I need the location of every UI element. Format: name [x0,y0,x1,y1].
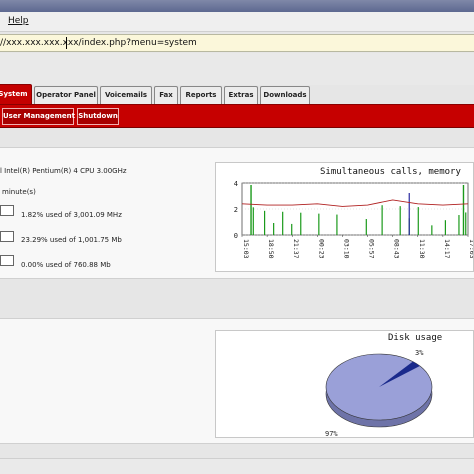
y-tick-label: 2 [234,206,238,214]
x-tick-label: 21:37 [292,239,300,259]
memory-usage-text: 23.29% used of 1,001.75 Mb [21,236,122,244]
subtab-shutdown[interactable]: Shutdown [77,108,119,125]
help-label: Help [8,16,29,26]
subtab-user-management[interactable]: User Management [2,108,75,125]
x-tick-label: 17:03 [468,239,473,259]
swap-usage-bar [0,255,14,266]
disk-pie: 3% 97% [325,349,433,437]
tab-downloads[interactable]: Downloads [260,86,310,104]
y-tick-label: 4 [234,180,238,188]
x-tick-label: 18:50 [267,239,275,259]
x-tick-label: 11:30 [418,239,426,259]
tab-operator-panel[interactable]: Operator Panel [34,86,98,104]
pie-label-large: 97% [325,430,338,437]
x-tick-label: 15:03 [242,239,250,259]
tab-extras[interactable]: Extras [224,86,258,104]
x-tick-label: 14:17 [443,239,451,259]
main-tabs: System Operator Panel Voicemails Fax Rep… [0,84,474,104]
cpu-usage-bar [0,205,14,216]
browser-window: Help //xxx.xxx.xxx.xxx/index.php?menu=sy… [0,0,474,474]
memory-usage-bar [0,231,14,242]
subnav-bar: User Management Shutdown [0,104,474,128]
x-tick-label: 00:23 [317,239,325,259]
x-tick-label: 03:10 [342,239,350,259]
swap-usage-text: 0.00% used of 760.88 Mb [21,261,111,269]
cpu-usage-text: 1.82% used of 3,001.09 MHz [21,211,122,219]
uptime-value: minute(s) [2,188,36,196]
status-bar [0,458,474,474]
disk-usage-chart: Disk usage 3% 97% [215,330,474,438]
page-header-area [0,53,474,85]
text-caret [66,37,67,49]
x-tick-label: 05:57 [368,239,376,259]
calls-plot: 4 2 0 15:03 18:50 21:37 00:23 03:10 05:57 08:43 11… [234,180,473,259]
simultaneous-calls-chart: Simultaneous calls, memory 4 2 0 15:03 18:50… [215,162,474,272]
menu-bar: Help [0,12,474,32]
tab-fax[interactable]: Fax [154,86,178,104]
x-tick-label: 08:43 [393,239,401,259]
pie-label-small: 3% [415,349,424,357]
tab-voicemails[interactable]: Voicemails [100,86,152,104]
address-bar[interactable]: //xxx.xxx.xxx.xxx/index.php?menu=system [0,34,474,52]
cpu-info: l Intel(R) Pentium(R) 4 CPU 3.00GHz [0,167,127,175]
tab-reports[interactable]: Reports [180,86,222,104]
address-url[interactable]: //xxx.xxx.xxx.xxx/index.php?menu=system [0,38,197,48]
menu-help[interactable]: Help [8,16,29,26]
y-tick-label: 0 [234,232,238,240]
tab-system[interactable]: System [0,84,32,104]
window-titlebar [0,0,474,12]
